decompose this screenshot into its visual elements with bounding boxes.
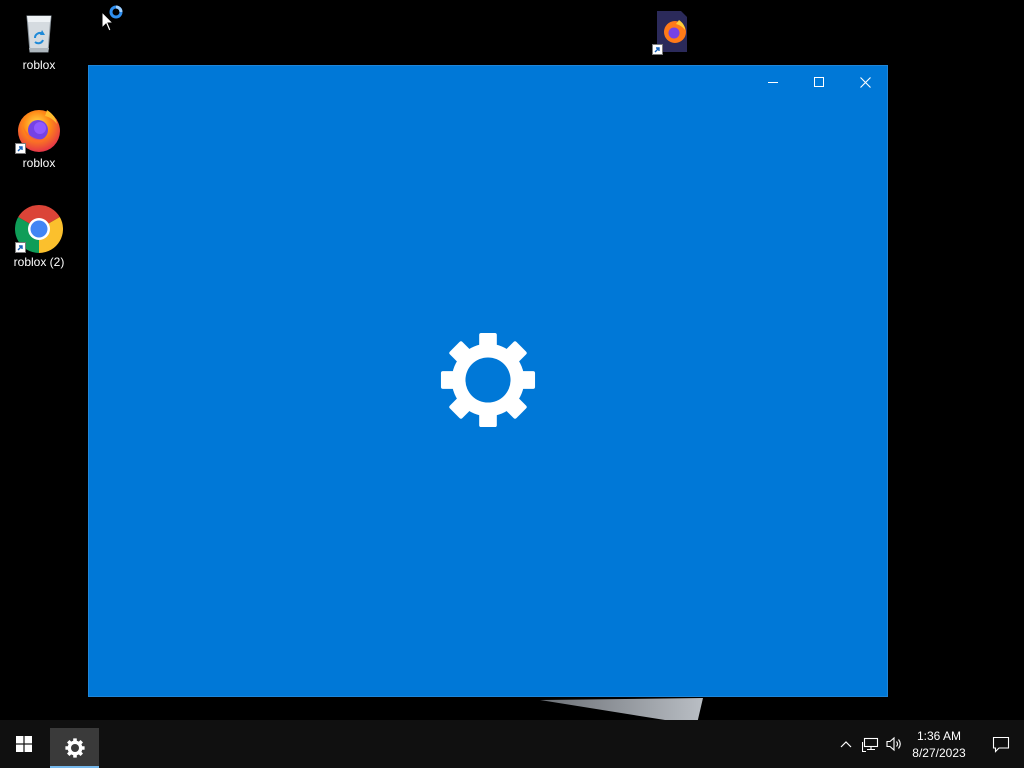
network-icon (862, 737, 879, 752)
minimize-button[interactable] (750, 66, 796, 98)
desktop-icon-label: roblox (22, 156, 56, 170)
close-icon (859, 76, 871, 88)
firefox-file-icon (639, 10, 689, 58)
desktop-icon-firefox-shortcut[interactable]: roblox (3, 106, 75, 170)
network-button[interactable] (861, 736, 881, 752)
gear-icon (439, 331, 537, 429)
clock-date: 8/27/2023 (912, 746, 966, 760)
desktop-icon-recycle-bin[interactable]: roblox (3, 8, 75, 72)
shortcut-arrow-icon (15, 143, 26, 154)
action-center-icon (992, 736, 1010, 753)
chrome-icon (14, 205, 64, 253)
settings-window[interactable] (88, 65, 888, 697)
taskbar: 1:36 AM 8/27/2023 (0, 720, 1024, 768)
maximize-icon (814, 77, 824, 87)
shortcut-arrow-icon (652, 44, 663, 55)
desktop-icon-label: roblox (2) (13, 255, 65, 269)
clock-time: 1:36 AM (916, 729, 962, 743)
desktop-icon-label: roblox (22, 58, 56, 72)
volume-button[interactable] (885, 736, 905, 752)
taskbar-settings-button[interactable] (50, 728, 99, 768)
desktop-icon-firefox-file[interactable] (627, 10, 699, 58)
maximize-button[interactable] (796, 66, 842, 98)
shortcut-arrow-icon (15, 242, 26, 253)
busy-spinner-icon (109, 5, 123, 19)
desktop-icon-chrome-shortcut[interactable]: roblox (2) (3, 205, 75, 269)
action-center-button[interactable] (978, 720, 1024, 768)
start-button[interactable] (0, 720, 48, 768)
recycle-bin-icon (15, 8, 63, 56)
volume-icon (886, 736, 901, 752)
windows-logo-icon (16, 736, 32, 752)
minimize-icon (768, 82, 778, 83)
firefox-icon (15, 106, 63, 154)
background-window-fragment (540, 696, 710, 720)
show-hidden-icons-button[interactable] (838, 736, 854, 752)
close-button[interactable] (842, 66, 888, 98)
chevron-up-icon (840, 741, 852, 748)
gear-icon (64, 738, 85, 758)
system-clock[interactable]: 1:36 AM 8/27/2023 (905, 728, 973, 762)
